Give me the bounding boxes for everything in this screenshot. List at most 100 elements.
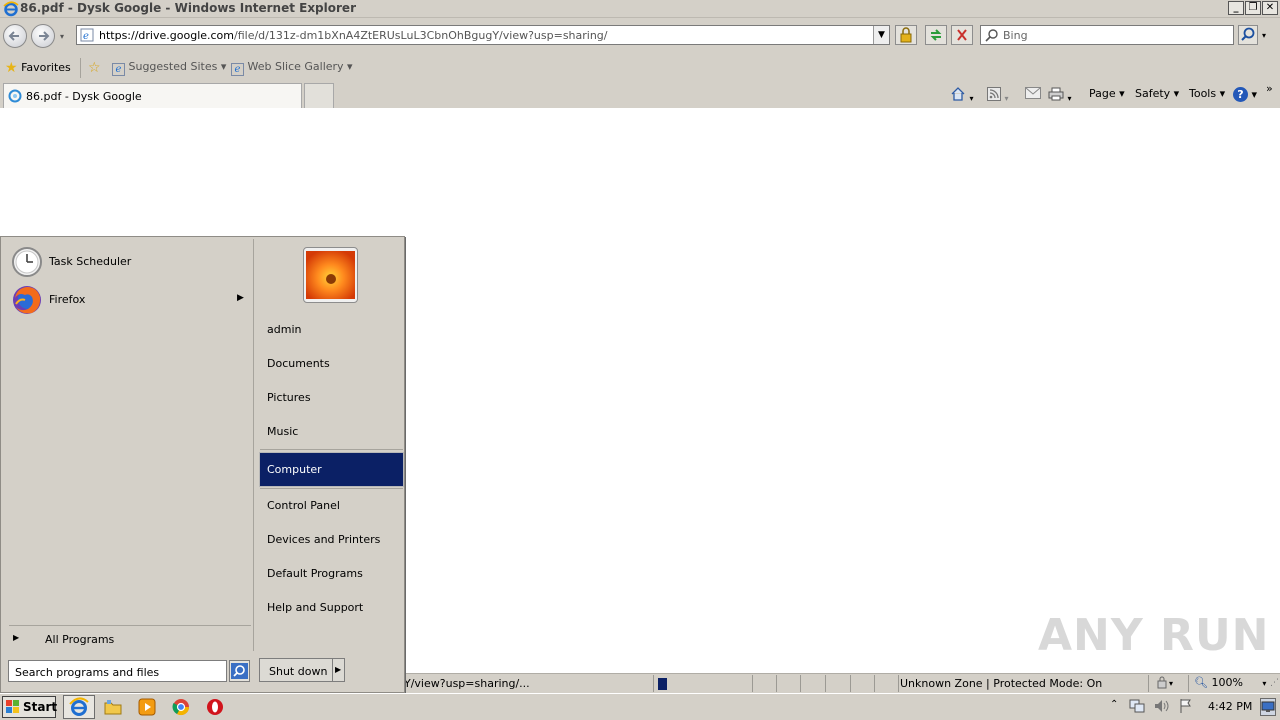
- magnifier-icon: [1241, 27, 1255, 41]
- zoom-control[interactable]: 🔍︎ 100% ▾: [1194, 676, 1266, 689]
- forward-button[interactable]: [31, 24, 55, 48]
- stop-icon: [957, 29, 967, 41]
- places-help-and-support[interactable]: Help and Support: [260, 593, 403, 623]
- show-desktop-button[interactable]: [1260, 698, 1276, 716]
- places-devices-and-printers[interactable]: Devices and Printers: [260, 525, 403, 555]
- stop-button[interactable]: [951, 25, 973, 45]
- network-icon[interactable]: [1128, 698, 1146, 717]
- close-window-button[interactable]: ✕: [1262, 1, 1278, 15]
- security-lock-button[interactable]: [895, 25, 917, 45]
- submenu-arrow-icon[interactable]: ▶: [237, 293, 244, 303]
- add-to-favorites-button[interactable]: ☆: [88, 60, 101, 76]
- status-separator: [800, 675, 801, 692]
- taskbar-ie-icon: [69, 697, 89, 716]
- places-label: admin: [267, 323, 302, 336]
- taskbar-explorer[interactable]: [103, 697, 123, 717]
- add-favorite-star-icon: ☆: [88, 60, 101, 76]
- taskbar-internet-explorer[interactable]: [63, 695, 95, 719]
- start-search-input[interactable]: Search programs and files: [8, 660, 227, 682]
- safety-menu[interactable]: Safety ▾: [1135, 87, 1179, 100]
- tab-label: 86.pdf - Dysk Google: [26, 90, 142, 103]
- all-programs-button[interactable]: ▶ All Programs: [9, 625, 251, 647]
- start-label: Start: [23, 700, 58, 714]
- address-url: https://drive.google.com/file/d/131z-dm1…: [99, 29, 608, 42]
- suggested-sites-link[interactable]: e Suggested Sites ▾: [112, 60, 226, 76]
- status-separator: [653, 675, 654, 692]
- start-menu-places-pane: admin Documents Pictures Music Computer …: [257, 239, 404, 651]
- tools-menu[interactable]: Tools ▾: [1189, 87, 1225, 100]
- search-box[interactable]: Bing: [980, 25, 1234, 45]
- media-player-icon: [138, 698, 156, 716]
- protected-mode-icon[interactable]: ▾: [1156, 676, 1178, 693]
- address-dropdown-button[interactable]: ▼: [873, 26, 889, 44]
- volume-icon[interactable]: [1153, 698, 1171, 717]
- places-divider: [260, 488, 403, 489]
- page-menu[interactable]: Page ▾: [1089, 87, 1125, 100]
- places-documents[interactable]: Documents: [260, 349, 403, 379]
- internet-explorer-icon: [3, 1, 19, 17]
- restore-button[interactable]: ❐: [1245, 1, 1261, 15]
- taskbar-media-player[interactable]: [137, 697, 157, 717]
- taskbar-clock[interactable]: 4:42 PM: [1208, 700, 1252, 713]
- user-picture[interactable]: [303, 247, 358, 303]
- address-bar[interactable]: e https://drive.google.com/file/d/131z-d…: [76, 25, 890, 45]
- flower-avatar-icon: [306, 251, 355, 299]
- zoom-level: 100%: [1211, 676, 1243, 689]
- places-label: Default Programs: [267, 567, 363, 580]
- start-button[interactable]: Start: [2, 696, 58, 718]
- help-menu[interactable]: ? ▾: [1233, 87, 1257, 102]
- status-separator: [850, 675, 851, 692]
- show-hidden-icons-button[interactable]: ⌃: [1110, 699, 1118, 710]
- action-center-flag-icon[interactable]: [1178, 698, 1194, 717]
- places-admin[interactable]: admin: [260, 315, 403, 345]
- recent-pages-dropdown-icon[interactable]: ▾: [60, 32, 64, 41]
- favbar-divider: [80, 58, 81, 78]
- refresh-button[interactable]: [925, 25, 947, 45]
- folder-icon: [104, 700, 122, 715]
- status-separator: [898, 675, 899, 692]
- print-button[interactable]: ▾: [1048, 87, 1072, 104]
- program-label: Task Scheduler: [49, 255, 132, 268]
- security-zone[interactable]: Unknown Zone | Protected Mode: On: [900, 677, 1102, 690]
- feeds-button[interactable]: ▾: [987, 87, 1009, 104]
- places-label: Music: [267, 425, 299, 438]
- places-music[interactable]: Music: [260, 417, 403, 447]
- places-default-programs[interactable]: Default Programs: [260, 559, 403, 589]
- start-menu-programs-pane: Task Scheduler Firefox ▶ ▶ All Programs: [3, 239, 254, 651]
- places-divider: [260, 449, 403, 450]
- start-search-button[interactable]: [229, 660, 250, 682]
- search-go-button[interactable]: [1238, 25, 1258, 45]
- resize-grip-icon[interactable]: ⋰: [1270, 678, 1279, 688]
- new-tab-button[interactable]: [304, 83, 334, 108]
- chrome-icon: [172, 699, 190, 716]
- favorites-bar: ★ Favorites ☆ e Suggested Sites ▾ e Web …: [0, 54, 1280, 82]
- desktop-icon: [1261, 701, 1275, 712]
- favorites-button[interactable]: ★ Favorites: [5, 60, 71, 76]
- toolbar-overflow-icon[interactable]: »: [1266, 82, 1273, 95]
- taskbar-chrome[interactable]: [171, 697, 191, 717]
- places-pictures[interactable]: Pictures: [260, 383, 403, 413]
- tab-row: 86.pdf - Dysk Google ▾ ▾ ▾ Page ▾ Safety…: [0, 82, 1280, 108]
- clock-icon: [11, 246, 43, 281]
- shut-down-arrow-icon: ▶: [335, 665, 342, 674]
- zoom-magnifier-icon: 🔍︎: [1194, 676, 1208, 689]
- favorites-star-icon: ★: [5, 60, 18, 76]
- minimize-button[interactable]: _: [1228, 1, 1244, 15]
- web-slice-gallery-link[interactable]: e Web Slice Gallery ▾: [231, 60, 353, 76]
- taskbar-opera[interactable]: [205, 697, 225, 717]
- suggested-sites-ie-icon: e: [112, 63, 125, 76]
- read-mail-button[interactable]: [1025, 87, 1041, 102]
- shut-down-options-button[interactable]: ▶: [332, 658, 345, 682]
- home-button[interactable]: ▾: [950, 87, 974, 104]
- program-task-scheduler[interactable]: Task Scheduler: [9, 245, 253, 279]
- opera-icon: [207, 699, 223, 715]
- places-computer[interactable]: Computer: [259, 452, 404, 487]
- back-arrow-icon: [8, 31, 19, 41]
- home-icon: [951, 87, 965, 101]
- program-firefox[interactable]: Firefox ▶: [9, 283, 253, 317]
- places-control-panel[interactable]: Control Panel: [260, 491, 403, 521]
- back-button[interactable]: [3, 24, 27, 48]
- shut-down-button[interactable]: Shut down: [259, 658, 333, 682]
- search-options-dropdown-icon[interactable]: ▾: [1262, 31, 1266, 40]
- tab-active[interactable]: 86.pdf - Dysk Google: [3, 83, 302, 108]
